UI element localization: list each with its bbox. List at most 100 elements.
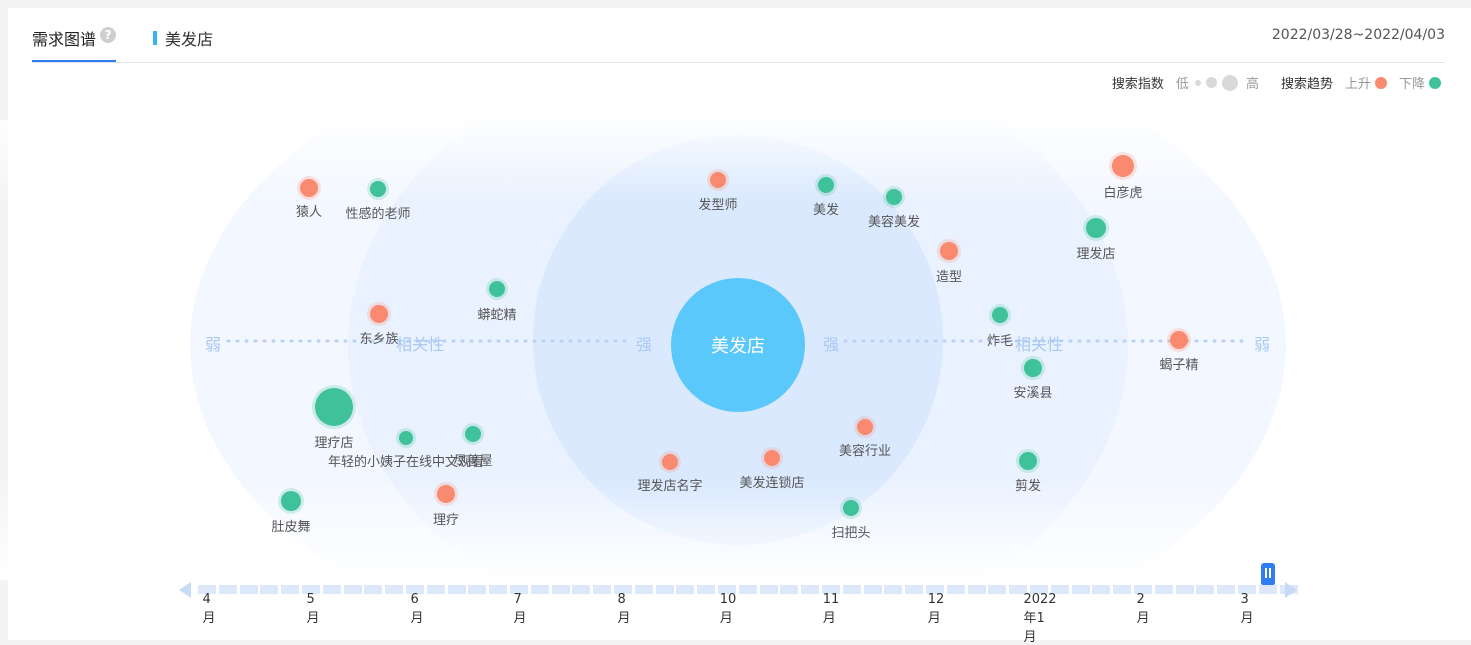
- keyword-node-label[interactable]: 理疗店: [314, 432, 353, 451]
- timeline-segment[interactable]: [1196, 585, 1215, 594]
- timeline-segment[interactable]: [988, 585, 1007, 594]
- keyword-node-dot[interactable]: [437, 485, 455, 503]
- keyword-node-dot[interactable]: [370, 305, 388, 323]
- keyword-node-dot[interactable]: [300, 179, 318, 197]
- keyword-node-label[interactable]: 猿人: [296, 201, 322, 220]
- keyword-node-label[interactable]: 理发店名字: [637, 475, 702, 494]
- demand-graph-panel: 需求图谱 ? 美发店 2022/03/28~2022/04/03: [8, 8, 1471, 640]
- keyword-node-dot[interactable]: [764, 450, 780, 466]
- timeline-next-arrow[interactable]: [1285, 582, 1297, 598]
- timeline-segment[interactable]: [281, 585, 300, 594]
- keyword-node-label[interactable]: 美发: [813, 199, 839, 218]
- keyword-node-dot[interactable]: [1170, 331, 1188, 349]
- timeline-segment[interactable]: [759, 585, 778, 594]
- keyword-node-label[interactable]: 尽善屋: [453, 450, 492, 469]
- timeline-segment[interactable]: [1092, 585, 1111, 594]
- tab-demand-graph[interactable]: 需求图谱 ?: [32, 26, 117, 62]
- timeline-segment[interactable]: [218, 585, 237, 594]
- keyword-node-label[interactable]: 蟒蛇精: [477, 304, 516, 323]
- keyword-node-dot[interactable]: [843, 500, 859, 516]
- timeline-segment[interactable]: [426, 585, 445, 594]
- keyword-node-dot[interactable]: [465, 426, 481, 442]
- timeline-segment[interactable]: [1071, 585, 1090, 594]
- keyword-node-dot[interactable]: [1086, 218, 1106, 238]
- timeline-segment[interactable]: [364, 585, 383, 594]
- timeline-segment[interactable]: [842, 585, 861, 594]
- timeline-segment[interactable]: [967, 585, 986, 594]
- timeline-segment[interactable]: [780, 585, 799, 594]
- keyword-node-dot[interactable]: [1112, 155, 1134, 177]
- keyword-node-dot[interactable]: [992, 307, 1008, 323]
- legend-low-label: 低: [1175, 77, 1189, 92]
- keyword-node-dot[interactable]: [489, 281, 505, 297]
- keyword-node-dot[interactable]: [710, 172, 726, 188]
- timeline-segment[interactable]: [1217, 585, 1236, 594]
- timeline-segment[interactable]: [343, 585, 362, 594]
- keyword-tag: 美发店: [153, 26, 213, 50]
- keyword-node-label[interactable]: 剪发: [1015, 475, 1041, 494]
- timeline-segment[interactable]: [863, 585, 882, 594]
- keyword-node-dot[interactable]: [315, 388, 353, 426]
- keyword-node-dot[interactable]: [281, 491, 301, 511]
- timeline-segment[interactable]: [447, 585, 466, 594]
- keyword-node-label[interactable]: 理发店: [1076, 243, 1115, 262]
- timeline-segment[interactable]: [489, 585, 508, 594]
- help-icon[interactable]: ?: [100, 27, 117, 43]
- keyword-node-label[interactable]: 东乡族: [359, 328, 398, 347]
- timeline-month-label: 10月: [719, 592, 737, 626]
- keyword-node-label[interactable]: 蝎子精: [1159, 354, 1198, 373]
- keyword-node-label[interactable]: 美发连锁店: [739, 472, 804, 491]
- timeline-month-label: 8月: [617, 592, 631, 626]
- timeline-segment[interactable]: [634, 585, 653, 594]
- timeline-segment[interactable]: [530, 585, 549, 594]
- keyword-node-dot[interactable]: [940, 242, 958, 260]
- timeline-segment[interactable]: [801, 585, 820, 594]
- timeline-segment[interactable]: [1175, 585, 1194, 594]
- timeline-segment[interactable]: [385, 585, 404, 594]
- keyword-node-dot[interactable]: [818, 177, 834, 193]
- keyword-node-label[interactable]: 造型: [936, 266, 962, 285]
- timeline-segment[interactable]: [468, 585, 487, 594]
- timeline-segment[interactable]: [1113, 585, 1132, 594]
- legend-trend-label: 搜索趋势: [1280, 77, 1333, 92]
- keyword-node-dot[interactable]: [399, 431, 413, 445]
- keyword-node-label[interactable]: 性感的老师: [345, 203, 410, 222]
- timeline-segment[interactable]: [676, 585, 695, 594]
- timeline-pause-handle[interactable]: [1261, 563, 1275, 585]
- keyword-node-dot[interactable]: [1024, 359, 1042, 377]
- timeline-segment[interactable]: [322, 585, 341, 594]
- timeline-segment[interactable]: [239, 585, 258, 594]
- tab-demand-graph-label: 需求图谱: [32, 30, 97, 49]
- keyword-node-dot[interactable]: [1019, 452, 1037, 470]
- legend-size-medium-dot: [1205, 77, 1217, 88]
- keyword-node-label[interactable]: 安溪县: [1013, 382, 1052, 401]
- timeline-segment[interactable]: [572, 585, 591, 594]
- keyword-node-label[interactable]: 扫把头: [831, 522, 870, 541]
- legend-size-small-dot: [1194, 79, 1201, 86]
- timeline-segment[interactable]: [738, 585, 757, 594]
- keyword-node-label[interactable]: 炸毛: [987, 330, 1013, 349]
- keyword-node-label[interactable]: 美容美发: [868, 211, 920, 230]
- timeline-segment[interactable]: [946, 585, 965, 594]
- timeline-segment[interactable]: [593, 585, 612, 594]
- keyword-node-label[interactable]: 白彦虎: [1103, 182, 1142, 201]
- keyword-node-label[interactable]: 发型师: [698, 194, 737, 213]
- keyword-node-label[interactable]: 理疗: [433, 509, 459, 528]
- timeline-segment[interactable]: [1154, 585, 1173, 594]
- keyword-node-dot[interactable]: [662, 454, 678, 470]
- timeline-segment[interactable]: [655, 585, 674, 594]
- timeline-month-label: 12月: [927, 592, 945, 626]
- timeline-segment[interactable]: [905, 585, 924, 594]
- keyword-node-dot[interactable]: [370, 181, 386, 197]
- keyword-node-label[interactable]: 美容行业: [839, 440, 891, 459]
- keyword-accent-bar: [153, 31, 157, 45]
- keyword-node-label[interactable]: 肚皮舞: [271, 516, 310, 535]
- timeline-segment[interactable]: [884, 585, 903, 594]
- timeline-segment[interactable]: [1258, 585, 1277, 594]
- timeline-segment[interactable]: [697, 585, 716, 594]
- keyword-node-dot[interactable]: [886, 189, 902, 205]
- timeline-segment[interactable]: [260, 585, 279, 594]
- keyword-node-dot[interactable]: [857, 419, 873, 435]
- timeline-prev-arrow[interactable]: [179, 582, 191, 598]
- timeline-segment[interactable]: [551, 585, 570, 594]
